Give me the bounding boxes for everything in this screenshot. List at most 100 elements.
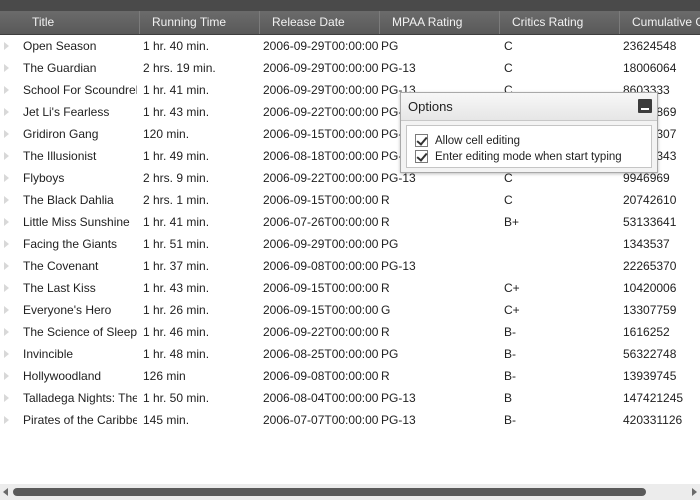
scroll-right-icon[interactable] — [692, 488, 697, 496]
cell-cumulative-gross[interactable]: 23624548 — [623, 35, 700, 57]
cell-critics-rating[interactable]: B- — [504, 409, 616, 431]
cell-release-date[interactable]: 2006-09-29T00:00:00- — [263, 79, 378, 101]
cell-cumulative-gross[interactable]: 18006064 — [623, 57, 700, 79]
cell-release-date[interactable]: 2006-09-22T00:00:00- — [263, 321, 378, 343]
cell-cumulative-gross[interactable]: 1616252 — [623, 321, 700, 343]
cell-running-time[interactable]: 1 hr. 46 min. — [143, 321, 257, 343]
cell-title[interactable]: Everyone's Hero — [23, 299, 137, 321]
cell-mpaa-rating[interactable]: G — [381, 299, 496, 321]
cell-title[interactable]: The Guardian — [23, 57, 137, 79]
cell-cumulative-gross[interactable]: 13307759 — [623, 299, 700, 321]
cell-title[interactable]: Talladega Nights: The — [23, 387, 137, 409]
cell-critics-rating[interactable]: B- — [504, 321, 616, 343]
column-header-cumulative-gross[interactable]: Cumulative G — [620, 11, 700, 34]
table-row[interactable]: Open Season 1 hr. 40 min. 2006-09-29T00:00… — [0, 35, 700, 57]
cell-release-date[interactable]: 2006-08-04T00:00:00- — [263, 387, 378, 409]
row-indicator-icon[interactable] — [4, 64, 9, 72]
row-indicator-icon[interactable] — [4, 86, 9, 94]
cell-running-time[interactable]: 1 hr. 50 min. — [143, 387, 257, 409]
row-indicator-icon[interactable] — [4, 262, 9, 270]
cell-title[interactable]: Open Season — [23, 35, 137, 57]
cell-critics-rating[interactable]: C — [504, 189, 616, 211]
cell-mpaa-rating[interactable]: R — [381, 211, 496, 233]
cell-release-date[interactable]: 2006-09-08T00:00:00- — [263, 365, 378, 387]
cell-cumulative-gross[interactable]: 13939745 — [623, 365, 700, 387]
row-indicator-icon[interactable] — [4, 394, 9, 402]
cell-release-date[interactable]: 2006-09-15T00:00:00- — [263, 123, 378, 145]
table-row[interactable]: Pirates of the Caribbe 145 min. 2006-07-07… — [0, 409, 700, 431]
cell-title[interactable]: Invincible — [23, 343, 137, 365]
cell-critics-rating[interactable]: C+ — [504, 299, 616, 321]
cell-running-time[interactable]: 1 hr. 40 min. — [143, 35, 257, 57]
table-row[interactable]: Talladega Nights: The 1 hr. 50 min. 2006-0… — [0, 387, 700, 409]
cell-release-date[interactable]: 2006-09-29T00:00:00- — [263, 35, 378, 57]
cell-release-date[interactable]: 2006-09-29T00:00:00- — [263, 233, 378, 255]
cell-mpaa-rating[interactable]: PG-13 — [381, 387, 496, 409]
cell-cumulative-gross[interactable]: 20742610 — [623, 189, 700, 211]
column-header-title[interactable]: Title — [0, 11, 140, 34]
cell-running-time[interactable]: 1 hr. 43 min. — [143, 101, 257, 123]
cell-critics-rating[interactable] — [504, 233, 616, 255]
column-header-critics-rating[interactable]: Critics Rating — [500, 11, 620, 34]
cell-cumulative-gross[interactable]: 10420006 — [623, 277, 700, 299]
cell-release-date[interactable]: 2006-09-08T00:00:00- — [263, 255, 378, 277]
cell-title[interactable]: The Covenant — [23, 255, 137, 277]
cell-title[interactable]: Little Miss Sunshine — [23, 211, 137, 233]
cell-release-date[interactable]: 2006-09-22T00:00:00- — [263, 167, 378, 189]
row-indicator-icon[interactable] — [4, 240, 9, 248]
cell-release-date[interactable]: 2006-09-15T00:00:00- — [263, 277, 378, 299]
row-indicator-icon[interactable] — [4, 350, 9, 358]
cell-running-time[interactable]: 126 min — [143, 365, 257, 387]
enter-editing-mode-checkbox-icon[interactable] — [415, 150, 428, 163]
cell-release-date[interactable]: 2006-09-15T00:00:00- — [263, 299, 378, 321]
cell-release-date[interactable]: 2006-07-07T00:00:00- — [263, 409, 378, 431]
cell-release-date[interactable]: 2006-08-18T00:00:00- — [263, 145, 378, 167]
cell-running-time[interactable]: 1 hr. 49 min. — [143, 145, 257, 167]
cell-critics-rating[interactable]: C+ — [504, 277, 616, 299]
row-indicator-icon[interactable] — [4, 108, 9, 116]
cell-release-date[interactable]: 2006-09-22T00:00:00- — [263, 101, 378, 123]
row-indicator-icon[interactable] — [4, 42, 9, 50]
cell-running-time[interactable]: 1 hr. 43 min. — [143, 277, 257, 299]
cell-running-time[interactable]: 2 hrs. 1 min. — [143, 189, 257, 211]
cell-running-time[interactable]: 120 min. — [143, 123, 257, 145]
cell-critics-rating[interactable]: B — [504, 387, 616, 409]
cell-mpaa-rating[interactable]: PG-13 — [381, 57, 496, 79]
cell-mpaa-rating[interactable]: PG — [381, 35, 496, 57]
cell-cumulative-gross[interactable]: 56322748 — [623, 343, 700, 365]
row-indicator-icon[interactable] — [4, 372, 9, 380]
cell-cumulative-gross[interactable]: 420331126 — [623, 409, 700, 431]
cell-running-time[interactable]: 1 hr. 37 min. — [143, 255, 257, 277]
cell-running-time[interactable]: 1 hr. 41 min. — [143, 79, 257, 101]
cell-title[interactable]: The Illusionist — [23, 145, 137, 167]
collapse-icon[interactable] — [638, 99, 652, 113]
cell-title[interactable]: School For Scoundrels — [23, 79, 137, 101]
allow-cell-editing-checkbox-icon[interactable] — [415, 134, 428, 147]
cell-release-date[interactable]: 2006-07-26T00:00:00- — [263, 211, 378, 233]
cell-title[interactable]: Pirates of the Caribbe — [23, 409, 137, 431]
cell-critics-rating[interactable]: B- — [504, 365, 616, 387]
cell-running-time[interactable]: 1 hr. 26 min. — [143, 299, 257, 321]
cell-mpaa-rating[interactable]: PG-13 — [381, 255, 496, 277]
table-row[interactable]: The Covenant 1 hr. 37 min. 2006-09-08T00:0… — [0, 255, 700, 277]
cell-title[interactable]: Jet Li's Fearless — [23, 101, 137, 123]
table-row[interactable]: The Guardian 2 hrs. 19 min. 2006-09-29T00:… — [0, 57, 700, 79]
cell-release-date[interactable]: 2006-09-15T00:00:00- — [263, 189, 378, 211]
row-indicator-icon[interactable] — [4, 196, 9, 204]
row-indicator-icon[interactable] — [4, 152, 9, 160]
column-header-running-time[interactable]: Running Time — [140, 11, 260, 34]
row-indicator-icon[interactable] — [4, 218, 9, 226]
row-indicator-icon[interactable] — [4, 284, 9, 292]
cell-release-date[interactable]: 2006-09-29T00:00:00- — [263, 57, 378, 79]
cell-mpaa-rating[interactable]: PG-13 — [381, 409, 496, 431]
cell-title[interactable]: The Black Dahlia — [23, 189, 137, 211]
column-header-release-date[interactable]: Release Date — [260, 11, 380, 34]
cell-critics-rating[interactable] — [504, 255, 616, 277]
cell-critics-rating[interactable]: B- — [504, 343, 616, 365]
cell-title[interactable]: Gridiron Gang — [23, 123, 137, 145]
row-indicator-icon[interactable] — [4, 174, 9, 182]
allow-cell-editing-label[interactable]: Allow cell editing — [435, 133, 520, 149]
cell-title[interactable]: The Last Kiss — [23, 277, 137, 299]
table-row[interactable]: The Black Dahlia 2 hrs. 1 min. 2006-09-15T… — [0, 189, 700, 211]
cell-release-date[interactable]: 2006-08-25T00:00:00- — [263, 343, 378, 365]
